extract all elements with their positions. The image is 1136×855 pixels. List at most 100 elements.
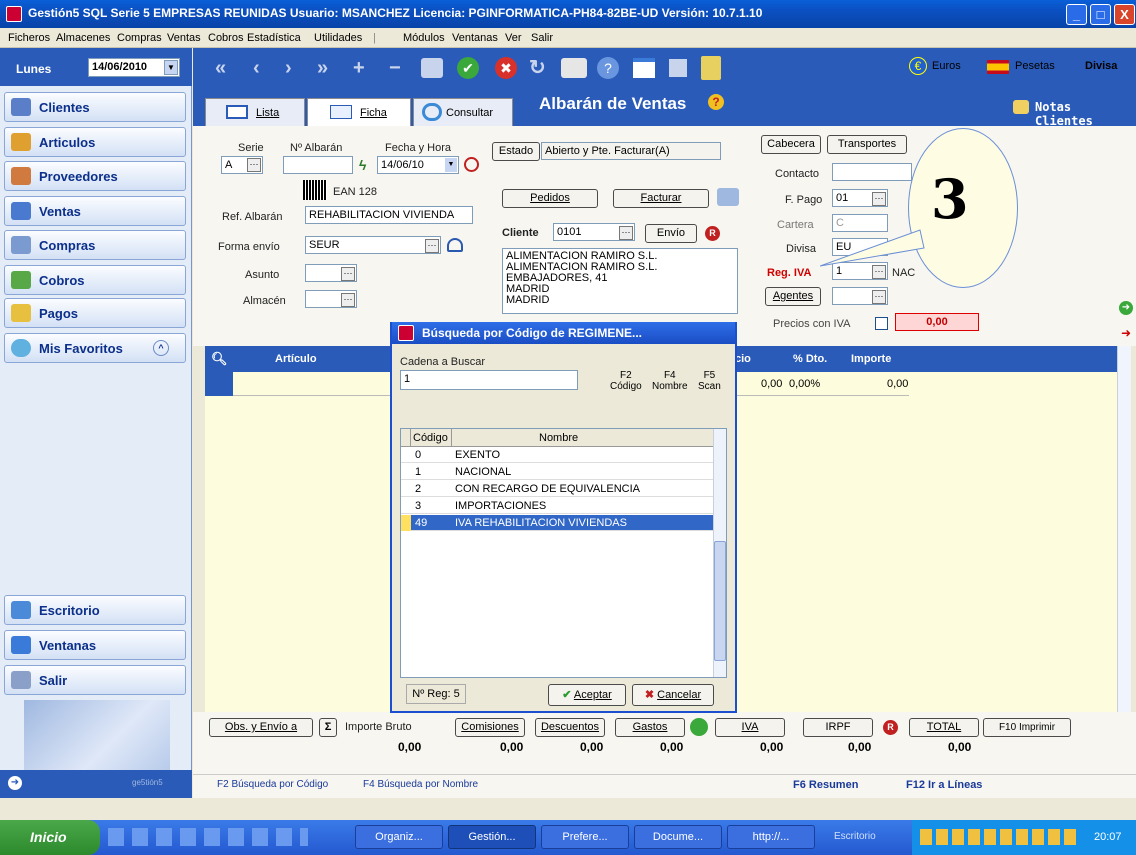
gastos-button[interactable]: Gastos bbox=[615, 718, 685, 737]
imprimir-button[interactable]: F10 Imprimir bbox=[983, 718, 1071, 737]
menu-almacenes[interactable]: Almacenes bbox=[56, 32, 110, 44]
previous-record-icon[interactable]: ‹ bbox=[253, 58, 260, 78]
last-record-icon[interactable]: » bbox=[317, 58, 328, 78]
precios-iva-checkbox[interactable] bbox=[875, 317, 888, 330]
tools-icon[interactable] bbox=[701, 56, 721, 80]
status-f12[interactable]: F12 Ir a Líneas bbox=[906, 779, 982, 791]
total-button[interactable]: TOTAL bbox=[909, 718, 979, 737]
risk-total-icon[interactable]: R bbox=[883, 720, 898, 735]
task-button[interactable]: Docume... bbox=[634, 825, 722, 849]
cancel-icon[interactable]: ✖ bbox=[495, 57, 517, 79]
descuentos-button[interactable]: Descuentos bbox=[535, 718, 605, 737]
sidebar-item-pagos[interactable]: Pagos bbox=[4, 298, 186, 328]
menu-ficheros[interactable]: Ficheros bbox=[8, 32, 50, 44]
f2-code-button[interactable]: F2 Código bbox=[610, 370, 642, 392]
cancel-button[interactable]: ✖ Cancelar bbox=[632, 684, 714, 706]
results-list[interactable]: Código Nombre 0 EXENTO 1 NACIONAL 2 CON REC… bbox=[400, 428, 727, 678]
date-picker[interactable]: 14/06/2010 ▼ bbox=[88, 58, 180, 77]
iva-button[interactable]: IVA bbox=[715, 718, 785, 737]
sidebar-item-ventanas[interactable]: Ventanas bbox=[4, 630, 186, 660]
serie-lookup-button[interactable]: ··· bbox=[247, 158, 261, 172]
close-form-icon[interactable] bbox=[669, 59, 687, 77]
go-icon[interactable]: ➜ bbox=[1119, 301, 1133, 315]
f5-scan-button[interactable]: F5 Scan bbox=[698, 370, 721, 392]
asunto-lookup-button[interactable]: ··· bbox=[341, 267, 355, 281]
search-input[interactable]: 1 bbox=[400, 370, 578, 390]
chevron-down-icon[interactable]: ▼ bbox=[164, 60, 178, 75]
sigma-button[interactable]: Σ bbox=[319, 718, 337, 737]
help-icon[interactable]: ? bbox=[597, 57, 619, 79]
task-button[interactable]: Prefere... bbox=[541, 825, 629, 849]
arrow-right-red-icon[interactable]: ➜ bbox=[1121, 326, 1131, 340]
lightning-icon[interactable]: ϟ bbox=[359, 157, 366, 173]
menu-ventanas[interactable]: Ventanas bbox=[452, 32, 498, 44]
f4-name-button[interactable]: F4 Nombre bbox=[652, 370, 688, 392]
cabecera-button[interactable]: Cabecera bbox=[761, 135, 821, 154]
tab-ficha[interactable]: Ficha bbox=[307, 98, 411, 126]
col-codigo[interactable]: Código bbox=[413, 432, 448, 444]
sidebar-item-escritorio[interactable]: Escritorio bbox=[4, 595, 186, 625]
confirm-icon[interactable]: ✔ bbox=[457, 57, 479, 79]
results-scrollbar[interactable] bbox=[713, 429, 726, 677]
next-record-icon[interactable]: › bbox=[285, 58, 292, 78]
sidebar-item-compras[interactable]: Compras bbox=[4, 230, 186, 260]
ref-albaran-field[interactable]: REHABILITACION VIVIENDA bbox=[305, 206, 473, 224]
chevron-down-icon[interactable]: ▼ bbox=[445, 158, 457, 172]
spain-flag-icon[interactable] bbox=[987, 60, 1009, 74]
grid-scrollbar[interactable] bbox=[1117, 346, 1131, 712]
fpago-lookup-button[interactable]: ··· bbox=[872, 192, 886, 206]
collapse-icon[interactable]: ^ bbox=[153, 340, 169, 356]
maximize-button[interactable]: □ bbox=[1090, 4, 1111, 25]
help-badge-icon[interactable]: ? bbox=[708, 94, 724, 110]
comisiones-button[interactable]: Comisiones bbox=[455, 718, 525, 737]
facturar-button[interactable]: Facturar bbox=[613, 189, 709, 208]
tab-consultar[interactable]: Consultar bbox=[413, 98, 513, 126]
result-row-selected[interactable]: 49 IVA REHABILITACION VIVIENDAS bbox=[401, 515, 713, 531]
first-record-icon[interactable]: « bbox=[215, 58, 226, 78]
recalc-icon[interactable] bbox=[690, 718, 708, 736]
truck-icon[interactable] bbox=[447, 238, 463, 252]
scroll-thumb[interactable] bbox=[714, 541, 726, 661]
add-record-icon[interactable]: + bbox=[353, 58, 365, 78]
irpf-button[interactable]: IRPF bbox=[803, 718, 873, 737]
sidebar-item-salir[interactable]: Salir bbox=[4, 665, 186, 695]
menu-modulos[interactable]: Módulos bbox=[403, 32, 445, 44]
start-button[interactable]: Inicio bbox=[0, 820, 100, 855]
sidebar-item-articulos[interactable]: Articulos bbox=[4, 127, 186, 157]
forma-envio-field[interactable]: SEUR bbox=[305, 236, 441, 254]
print-icon[interactable] bbox=[561, 58, 587, 78]
accept-button[interactable]: ✔ Aceptar bbox=[548, 684, 626, 706]
tab-lista[interactable]: Lista bbox=[205, 98, 305, 126]
refresh-icon[interactable]: ↻ bbox=[529, 58, 546, 78]
envio-button[interactable]: Envío bbox=[645, 224, 697, 243]
sidebar-item-proveedores[interactable]: Proveedores bbox=[4, 161, 186, 191]
pedidos-button[interactable]: Pedidos bbox=[502, 189, 598, 208]
agentes-button[interactable]: Agentes bbox=[765, 287, 821, 306]
minimize-button[interactable]: _ bbox=[1066, 4, 1087, 25]
sidebar-item-mis-favoritos[interactable]: Mis Favoritos ^ bbox=[4, 333, 186, 363]
sidebar-item-cobros[interactable]: Cobros bbox=[4, 265, 186, 295]
obs-envio-button[interactable]: Obs. y Envío a bbox=[209, 718, 313, 737]
col-nombre[interactable]: Nombre bbox=[539, 432, 578, 444]
menu-estadistica[interactable]: Estadística bbox=[247, 32, 301, 44]
escritorio-toolbar[interactable]: Escritorio bbox=[834, 831, 876, 842]
result-row[interactable]: 3 IMPORTACIONES bbox=[401, 498, 713, 514]
remove-record-icon[interactable]: − bbox=[389, 58, 401, 78]
menu-ventas[interactable]: Ventas bbox=[167, 32, 201, 44]
result-row[interactable]: 2 CON RECARGO DE EQUIVALENCIA bbox=[401, 481, 713, 497]
sidebar-item-clientes[interactable]: Clientes bbox=[4, 92, 186, 122]
result-row[interactable]: 1 NACIONAL bbox=[401, 464, 713, 480]
menu-cobros[interactable]: Cobros bbox=[208, 32, 243, 44]
clock-icon[interactable] bbox=[464, 157, 479, 172]
transportes-button[interactable]: Transportes bbox=[827, 135, 907, 154]
num-albaran-field[interactable] bbox=[283, 156, 353, 174]
arrow-right-icon[interactable]: ➜ bbox=[8, 776, 22, 790]
euros-label[interactable]: Euros bbox=[932, 60, 961, 72]
sidebar-item-ventas[interactable]: Ventas bbox=[4, 196, 186, 226]
menu-compras[interactable]: Compras bbox=[117, 32, 162, 44]
print-invoice-icon[interactable] bbox=[717, 188, 739, 206]
notas-clientes-link[interactable]: Notas Clientes bbox=[1035, 100, 1136, 128]
task-button[interactable]: http://... bbox=[727, 825, 815, 849]
almacen-lookup-button[interactable]: ··· bbox=[341, 293, 355, 307]
euro-icon[interactable]: € bbox=[909, 57, 927, 75]
